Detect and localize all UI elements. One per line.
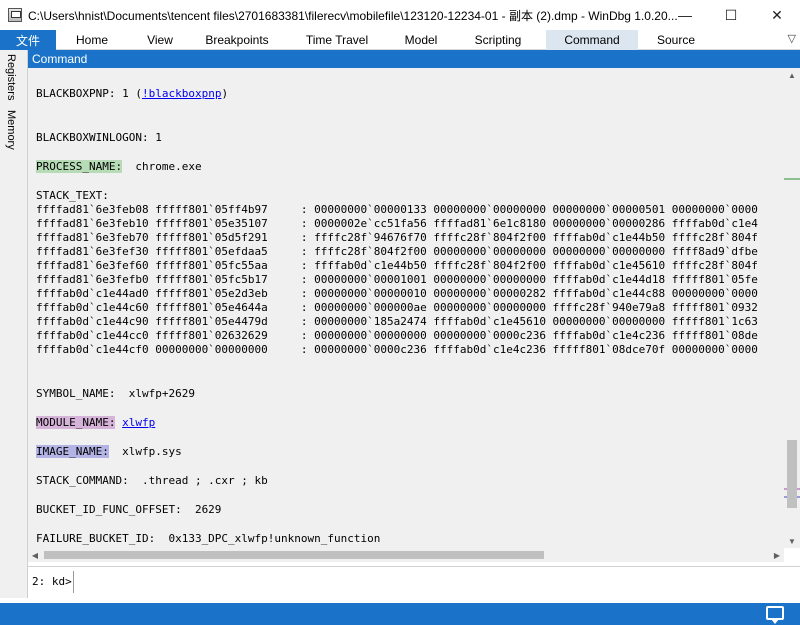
stack-text-rows: ffffad81`6e3feb08 fffff801`05ff4b97 : 00… xyxy=(36,203,784,357)
image-name-key: IMAGE_NAME: xyxy=(36,445,109,458)
stack-row: ffffad81`6e3fef30 fffff801`05efdaa5 : ff… xyxy=(36,245,758,258)
memory-tab[interactable]: Memory xyxy=(5,110,17,150)
tab-command[interactable]: Command xyxy=(546,30,638,50)
stack-row: ffffad81`6e3feb10 fffff801`05e35107 : 00… xyxy=(36,217,758,230)
module-name-link[interactable]: xlwfp xyxy=(122,416,155,429)
command-input-row: 2: kd> xyxy=(28,566,800,596)
command-input[interactable] xyxy=(74,570,800,593)
command-window-header[interactable]: Command xyxy=(28,50,800,68)
stack-text-label: STACK_TEXT: xyxy=(36,189,109,202)
stack-row: ffffab0d`c1e44cf0 00000000`00000000 : 00… xyxy=(36,343,758,356)
command-output[interactable]: BLACKBOXPNP: 1 (!blackboxpnp) BLACKBOXWI… xyxy=(28,68,784,548)
ribbon-tabs: 文件 Home View Breakpoints Time Travel Mod… xyxy=(0,30,800,50)
stack-row: ffffad81`6e3feb70 fffff801`05d5f291 : ff… xyxy=(36,231,758,244)
process-name-line: PROCESS_NAME: chrome.exe xyxy=(36,160,784,174)
feedback-chat-icon[interactable] xyxy=(766,606,784,624)
tab-file[interactable]: 文件 xyxy=(0,30,56,50)
scroll-right-icon[interactable]: ▶ xyxy=(770,548,784,562)
stack-row: ffffab0d`c1e44cc0 fffff801`02632629 : 00… xyxy=(36,329,758,342)
image-name-value: xlwfp.sys xyxy=(108,445,182,458)
tab-breakpoints[interactable]: Breakpoints xyxy=(192,30,282,50)
scroll-down-icon[interactable]: ▼ xyxy=(784,534,800,548)
module-name-key: MODULE_NAME: xyxy=(36,416,116,429)
vertical-scrollbar[interactable]: ▲ ▼ xyxy=(784,68,800,548)
ribbon-collapse-icon[interactable]: ▽ xyxy=(788,32,796,45)
stack-row: ffffad81`6e3fefb0 fffff801`05fc5b17 : 00… xyxy=(36,273,758,286)
blackbox-pnp-line: BLACKBOXPNP: 1 (!blackboxpnp) xyxy=(36,87,229,100)
tab-scripting[interactable]: Scripting xyxy=(450,30,546,50)
left-panel-strip: Registers Memory xyxy=(0,50,28,598)
blackbox-winlogon-line: BLACKBOXWINLOGON: 1 xyxy=(36,131,162,144)
stack-row: ffffab0d`c1e44c60 fffff801`05e4644a : 00… xyxy=(36,301,758,314)
bucket-offset-line: BUCKET_ID_FUNC_OFFSET: 2629 xyxy=(36,503,222,516)
highlight-marker xyxy=(784,178,800,180)
window-title: C:\Users\hnist\Documents\tencent files\2… xyxy=(28,8,678,23)
status-bar xyxy=(0,603,800,625)
close-button[interactable]: ✕ xyxy=(754,0,800,30)
stack-row: ffffab0d`c1e44ad0 fffff801`05e2d3eb : 00… xyxy=(36,287,758,300)
scroll-up-icon[interactable]: ▲ xyxy=(784,68,800,82)
symbol-name-line: SYMBOL_NAME: xlwfp+2629 xyxy=(36,387,195,400)
tab-source[interactable]: Source xyxy=(638,30,714,50)
minimize-button[interactable]: — xyxy=(662,0,708,30)
tab-view[interactable]: View xyxy=(128,30,192,50)
scroll-left-icon[interactable]: ◀ xyxy=(28,548,42,562)
windbg-app-icon xyxy=(8,8,22,22)
tab-time-travel[interactable]: Time Travel xyxy=(282,30,392,50)
kd-prompt: 2: kd> xyxy=(28,570,74,593)
stack-row: ffffab0d`c1e44c90 fffff801`05e4479d : 00… xyxy=(36,315,758,328)
process-name-value: chrome.exe xyxy=(122,160,202,173)
process-name-key: PROCESS_NAME: xyxy=(36,160,123,173)
vertical-scroll-thumb[interactable] xyxy=(787,440,797,508)
tab-home[interactable]: Home xyxy=(56,30,128,50)
image-name-line: IMAGE_NAME: xlwfp.sys xyxy=(36,445,784,459)
module-name-line: MODULE_NAME: xlwfp xyxy=(36,416,784,430)
maximize-button[interactable]: ☐ xyxy=(708,0,754,30)
stack-row: ffffad81`6e3feb08 fffff801`05ff4b97 : 00… xyxy=(36,203,758,216)
stack-row: ffffad81`6e3fef60 fffff801`05fc55aa : ff… xyxy=(36,259,758,272)
window-controls: — ☐ ✕ xyxy=(662,0,800,30)
stack-command-line: STACK_COMMAND: .thread ; .cxr ; kb xyxy=(36,474,268,487)
blackboxpnp-link[interactable]: !blackboxpnp xyxy=(142,87,221,100)
registers-tab[interactable]: Registers xyxy=(5,54,17,100)
horizontal-scrollbar[interactable]: ◀ ▶ xyxy=(28,548,784,562)
horizontal-scroll-thumb[interactable] xyxy=(44,551,544,559)
failure-bucket-line: FAILURE_BUCKET_ID: 0x133_DPC_xlwfp!unkno… xyxy=(36,532,381,545)
title-bar: C:\Users\hnist\Documents\tencent files\2… xyxy=(0,0,800,30)
tab-model[interactable]: Model xyxy=(392,30,450,50)
